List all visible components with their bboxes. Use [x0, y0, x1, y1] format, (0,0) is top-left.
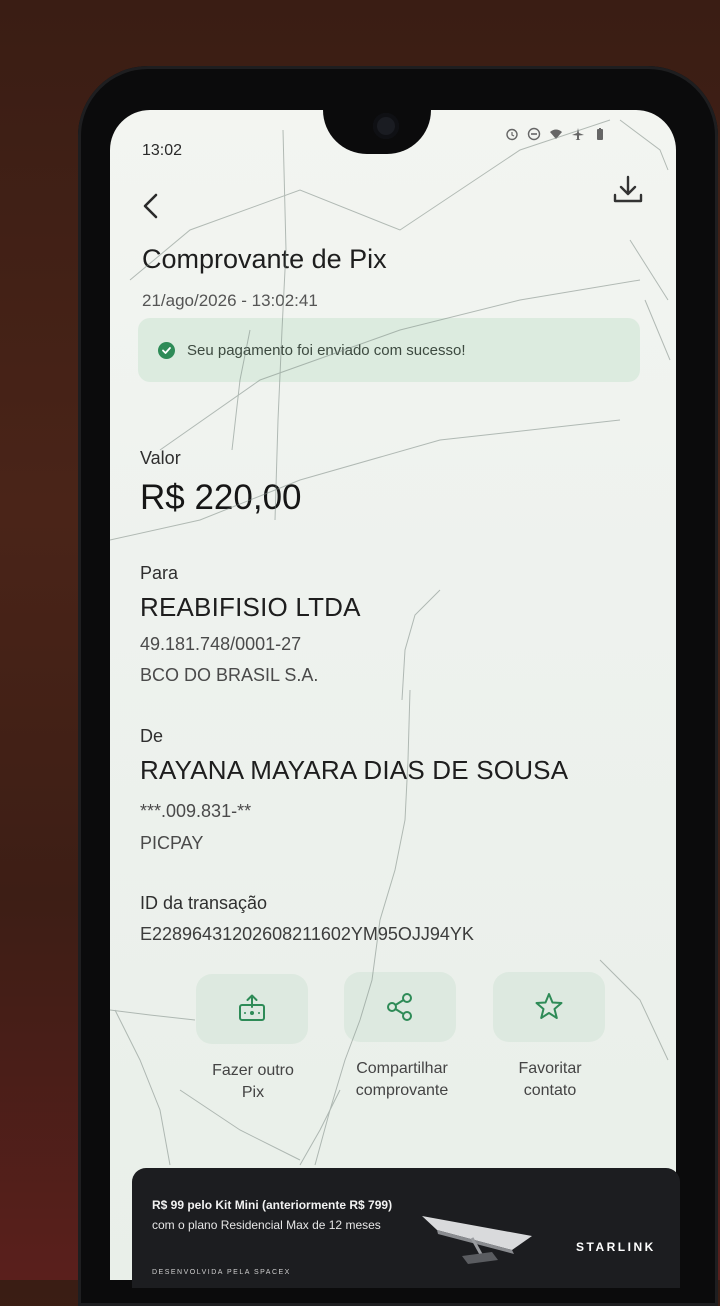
amount-value: R$ 220,00	[140, 478, 302, 517]
recipient-bank: BCO DO BRASIL S.A.	[140, 665, 319, 685]
star-icon	[535, 993, 563, 1019]
favorite-contact-label-line2: contato	[523, 1082, 577, 1099]
transaction-id-value: E22896431202608211602YM95OJJ94YK	[140, 924, 474, 944]
share-receipt-label-line2: comprovante	[355, 1082, 449, 1099]
alarm-icon	[505, 127, 519, 141]
sender-document: ***.009.831-**	[140, 801, 252, 821]
recipient-label: Para	[140, 563, 179, 583]
favorite-contact-button[interactable]	[493, 972, 605, 1042]
favorite-contact-label[interactable]: Favoritar contato	[475, 1058, 625, 1102]
success-banner: Seu pagamento foi enviado com sucesso!	[138, 318, 640, 382]
do-not-disturb-icon	[527, 127, 541, 141]
check-circle-icon	[158, 341, 175, 359]
download-icon	[613, 175, 643, 203]
pix-transfer-icon	[239, 994, 265, 1021]
new-pix-label-line2: Pix	[241, 1084, 265, 1101]
chevron-left-icon	[143, 193, 158, 219]
sender-name: RAYANA MAYARA DIAS DE SOUSA	[140, 755, 569, 785]
status-icons	[505, 127, 607, 141]
airplane-mode-icon	[571, 127, 585, 141]
share-receipt-label-line1: Compartilhar	[356, 1060, 448, 1077]
new-pix-label-line1: Fazer outro	[212, 1062, 294, 1079]
ad-footer-text: DESENVOLVIDA PELA SPACEX	[152, 1269, 291, 1276]
sender-bank: PICPAY	[140, 833, 204, 853]
download-button[interactable]	[610, 172, 646, 208]
ad-offer-text: R$ 99 pelo Kit Mini (anteriormente R$ 79…	[152, 1198, 393, 1212]
amount-label: Valor	[140, 448, 181, 468]
ad-plan-text: com o plano Residencial Max de 12 meses	[152, 1218, 381, 1232]
status-time: 13:02	[142, 142, 183, 159]
app-screen	[110, 110, 676, 1280]
wifi-icon	[549, 127, 563, 141]
recipient-document: 49.181.748/0001-27	[140, 634, 302, 654]
transaction-id-label: ID da transação	[140, 893, 268, 913]
success-message: Seu pagamento foi enviado com sucesso!	[187, 341, 466, 359]
favorite-contact-label-line1: Favoritar	[518, 1060, 582, 1077]
new-pix-label[interactable]: Fazer outro Pix	[178, 1060, 328, 1104]
share-receipt-button[interactable]	[344, 972, 456, 1042]
back-button[interactable]	[138, 190, 166, 222]
new-pix-button[interactable]	[196, 974, 308, 1044]
battery-icon	[593, 127, 607, 141]
share-icon	[387, 993, 412, 1021]
share-receipt-label[interactable]: Compartilhar comprovante	[327, 1058, 477, 1102]
front-camera	[373, 113, 399, 139]
starlink-logo: STARLINK	[576, 1240, 656, 1254]
sender-label: De	[140, 726, 164, 746]
transaction-datetime: 21/ago/2026 - 13:02:41	[142, 291, 318, 310]
page-title: Comprovante de Pix	[142, 244, 387, 274]
recipient-name: REABIFISIO LTDA	[140, 592, 361, 622]
